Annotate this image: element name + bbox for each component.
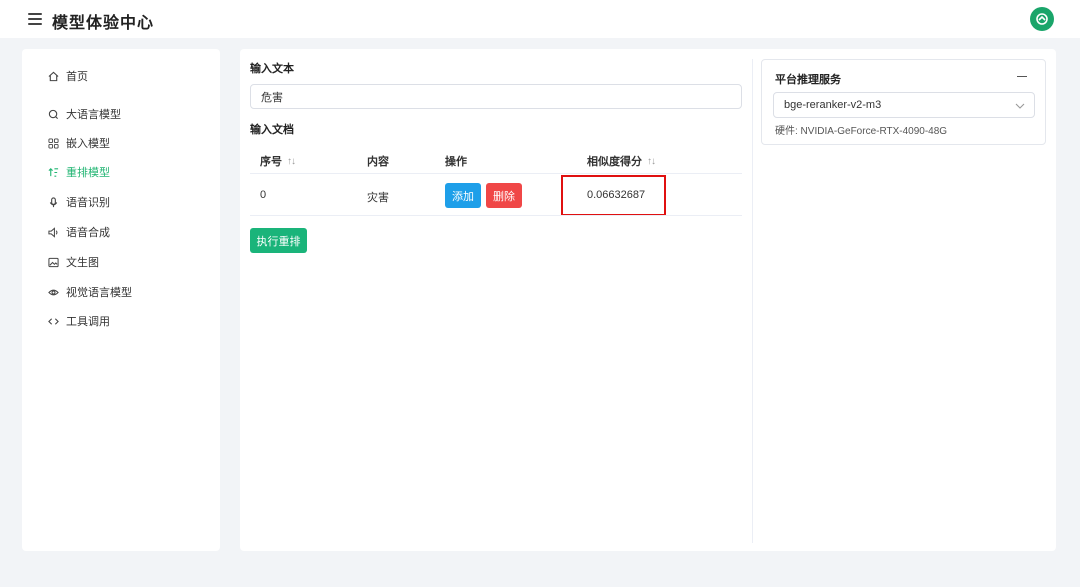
code-icon [47, 315, 59, 327]
sort-icon[interactable]: ↑↓ [647, 156, 656, 167]
query-input[interactable]: 危害 [250, 84, 742, 109]
column-header-actions: 操作 [445, 156, 467, 168]
sidebar-item-home[interactable]: 首页 [47, 66, 88, 86]
speaker-icon [47, 226, 59, 238]
column-header-score[interactable]: 相似度得分 ↑↓ [587, 153, 656, 169]
sort-icon [47, 166, 59, 178]
selected-model: bge-reranker-v2-m3 [784, 99, 882, 111]
app-title: 模型体验中心 [52, 15, 155, 32]
sidebar-item-label: 工具调用 [66, 316, 110, 328]
docs-label: 输入文档 [250, 124, 294, 136]
add-button[interactable]: 添加 [445, 183, 481, 208]
sidebar-item-asr[interactable]: 语音识别 [47, 192, 110, 212]
brand-logo-icon[interactable] [1030, 7, 1054, 31]
sidebar-item-tts[interactable]: 语音合成 [47, 222, 110, 242]
image-icon [47, 256, 59, 268]
sidebar-item-label: 视觉语言模型 [66, 287, 132, 299]
sidebar: 首页 大语言模型 嵌入模型 重排模型 语音识别 语音合成 文生图 视觉语言模型 … [22, 49, 220, 551]
sidebar-item-label: 语音识别 [66, 197, 110, 209]
sidebar-item-embedding[interactable]: 嵌入模型 [47, 133, 110, 153]
delete-button[interactable]: 删除 [486, 183, 522, 208]
sidebar-item-text-to-image[interactable]: 文生图 [47, 252, 99, 272]
sidebar-item-label: 嵌入模型 [66, 138, 110, 150]
row-divider [250, 215, 742, 216]
sidebar-item-vlm[interactable]: 视觉语言模型 [47, 282, 132, 302]
sidebar-item-label: 语音合成 [66, 227, 110, 239]
chevron-down-icon [1015, 101, 1025, 109]
input-text-label: 输入文本 [250, 63, 294, 75]
sidebar-item-tool-calling[interactable]: 工具调用 [47, 311, 110, 331]
home-icon [47, 70, 59, 82]
column-header-index[interactable]: 序号 ↑↓ [260, 153, 296, 169]
sidebar-item-label: 首页 [66, 71, 88, 83]
row-divider [250, 173, 742, 174]
chat-icon [47, 108, 59, 120]
model-select[interactable]: bge-reranker-v2-m3 [773, 92, 1035, 118]
collapse-icon[interactable] [1017, 76, 1027, 77]
main-panel: 输入文本 危害 输入文档 序号 ↑↓ 内容 操作 相似度得分 ↑↓ 0 灾害 添加 … [240, 49, 1056, 551]
card-title: 平台推理服务 [775, 74, 841, 86]
sidebar-item-label: 文生图 [66, 257, 99, 269]
score-highlight-box [561, 175, 666, 216]
run-rerank-button[interactable]: 执行重排 [250, 228, 307, 253]
hardware-info: 硬件: NVIDIA-GeForce-RTX-4090-48G [775, 126, 948, 137]
microphone-icon [47, 196, 59, 208]
cell-index: 0 [260, 189, 267, 201]
sidebar-item-llm[interactable]: 大语言模型 [47, 104, 121, 124]
grid-icon [47, 137, 59, 149]
inference-service-card: 平台推理服务 bge-reranker-v2-m3 硬件: NVIDIA-GeF… [761, 59, 1046, 145]
column-header-content: 内容 [367, 156, 389, 168]
hamburger-icon[interactable] [28, 13, 42, 25]
cell-content: 灾害 [367, 192, 389, 204]
sort-icon[interactable]: ↑↓ [287, 156, 296, 167]
sidebar-item-label: 重排模型 [66, 167, 110, 179]
panel-divider [752, 59, 753, 543]
top-bar: 模型体验中心 [0, 0, 1080, 38]
eye-icon [47, 286, 59, 298]
sidebar-item-rerank[interactable]: 重排模型 [47, 162, 110, 182]
sidebar-item-label: 大语言模型 [66, 109, 121, 121]
